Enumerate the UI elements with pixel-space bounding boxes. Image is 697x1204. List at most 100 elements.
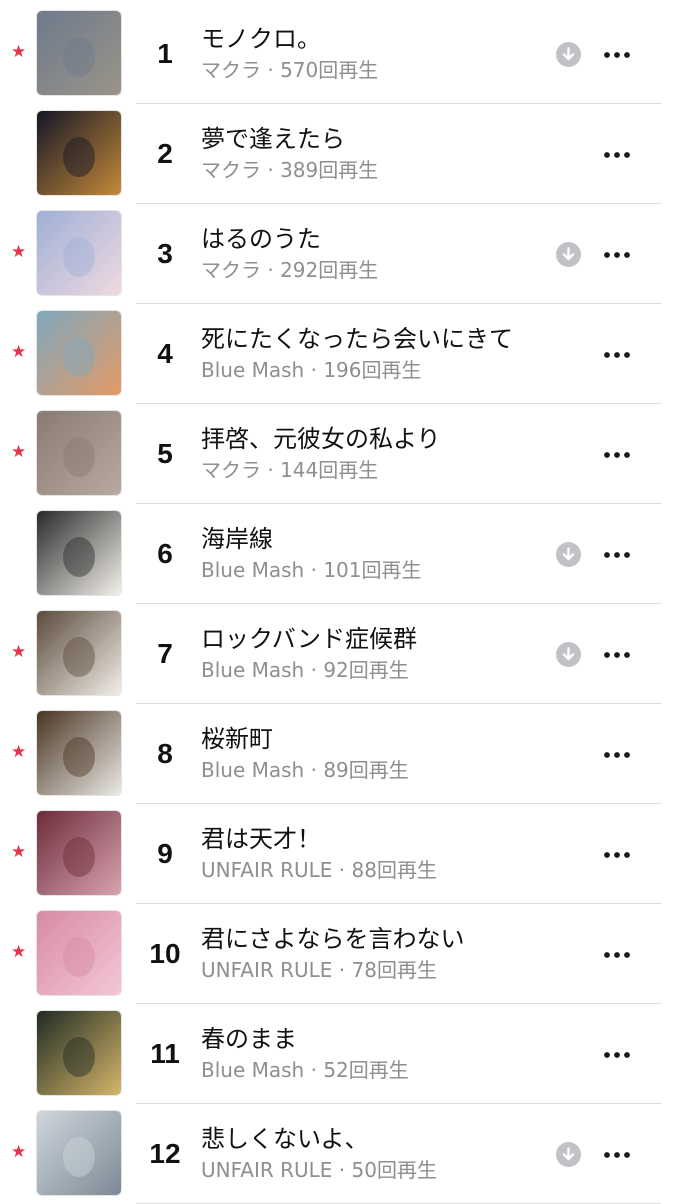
track-artist: Blue Mash [201,358,305,382]
more-icon[interactable] [600,342,636,368]
track-title: 君にさよならを言わない [201,925,465,953]
track-rank: 11 [150,1038,180,1069]
album-art-bridge-river [36,1110,122,1196]
track-artist: Blue Mash [201,558,305,582]
track-title: 拝啓、元彼女の私より [201,425,441,453]
track-meta: Blue Mash · 92回再生 [201,658,409,682]
track-meta: UNFAIR RULE · 50回再生 [201,1158,437,1182]
track-play-suffix: 回再生 [348,658,409,682]
track-meta: UNFAIR RULE · 78回再生 [201,958,437,982]
track-meta: Blue Mash · 89回再生 [201,758,409,782]
track-artist: Blue Mash [201,658,305,682]
track-play-suffix: 回再生 [348,1058,409,1082]
track-play-suffix: 回再生 [361,558,422,582]
track-meta: Blue Mash · 196回再生 [201,358,422,382]
track-rank: 3 [157,238,173,269]
track-artist: UNFAIR RULE [201,958,333,982]
track-artist: Blue Mash [201,758,305,782]
track-artist: マクラ [201,58,261,82]
album-art-paper-note [36,410,122,496]
track-row-8[interactable]: ★ 8 桜新町 Blue Mash · 89回再生 [0,704,697,804]
track-meta: マクラ · 389回再生 [201,158,379,182]
track-rank: 8 [157,738,173,769]
downloaded-icon [556,1142,581,1167]
track-rank: 2 [157,138,173,169]
track-rank: 4 [157,338,173,369]
track-meta: UNFAIR RULE · 88回再生 [201,858,437,882]
album-art-cherry-blossoms [36,210,122,296]
track-title: 春のまま [201,1025,297,1053]
track-title: 夢で逢えたら [201,125,345,153]
track-row-5[interactable]: ★ 5 拝啓、元彼女の私より マクラ · 144回再生 [0,404,697,504]
track-play-count: 292 [280,258,319,282]
more-icon[interactable] [600,242,636,268]
track-row-3[interactable]: ★ 3 はるのうた マクラ · 292回再生 [0,204,697,304]
star-icon: ★ [11,1142,27,1162]
downloaded-icon [556,42,581,67]
album-art-portrait-blue [36,310,122,396]
downloaded-icon [556,542,581,567]
track-row-11[interactable]: ★ 11 春のまま Blue Mash · 52回再生 [0,1004,697,1104]
track-artist: UNFAIR RULE [201,1158,333,1182]
track-play-count: 89 [323,758,349,782]
track-play-suffix: 回再生 [348,758,409,782]
track-meta: マクラ · 144回再生 [201,458,379,482]
track-play-count: 92 [323,658,349,682]
track-rank: 1 [157,38,173,69]
track-rank: 7 [157,638,173,669]
more-icon[interactable] [600,642,636,668]
more-icon[interactable] [600,842,636,868]
track-artist: マクラ [201,258,261,282]
track-play-suffix: 回再生 [376,958,437,982]
track-play-count: 144 [280,458,319,482]
track-row-10[interactable]: ★ 10 君にさよならを言わない UNFAIR RULE · 78回再生 [0,904,697,1004]
more-icon[interactable] [600,742,636,768]
album-art-person-night-street [36,510,122,596]
more-icon[interactable] [600,1142,636,1168]
star-icon: ★ [11,242,27,262]
track-title: モノクロ。 [201,25,321,53]
track-row-6[interactable]: ★ 6 海岸線 Blue Mash · 101回再生 [0,504,697,604]
more-icon[interactable] [600,42,636,68]
track-play-suffix: 回再生 [376,1158,437,1182]
album-art-alley-night [36,1010,122,1096]
star-icon: ★ [11,342,27,362]
album-art-room-collage [36,610,122,696]
track-row-1[interactable]: ★ 1 モノクロ。 マクラ · 570回再生 [0,4,697,104]
track-meta: マクラ · 292回再生 [201,258,379,282]
album-art-blurred-face [36,810,122,896]
track-row-7[interactable]: ★ 7 ロックバンド症候群 Blue Mash · 92回再生 [0,604,697,704]
track-row-2[interactable]: ★ 2 夢で逢えたら マクラ · 389回再生 [0,104,697,204]
track-artist: Blue Mash [201,1058,305,1082]
track-play-suffix: 回再生 [318,258,379,282]
track-play-count: 389 [280,158,319,182]
downloaded-icon [556,642,581,667]
track-play-suffix: 回再生 [318,58,379,82]
more-icon[interactable] [600,942,636,968]
track-row-12[interactable]: ★ 12 悲しくないよ、 UNFAIR RULE · 50回再生 [0,1104,697,1204]
more-icon[interactable] [600,142,636,168]
album-art-person-warm-light [36,710,122,796]
track-artist: マクラ [201,158,261,182]
track-rank: 9 [157,838,173,869]
track-artist: UNFAIR RULE [201,858,333,882]
album-art-city-silhouette [36,10,122,96]
track-title: 君は天才！ [201,825,321,853]
more-icon[interactable] [600,542,636,568]
track-play-suffix: 回再生 [376,858,437,882]
track-row-9[interactable]: ★ 9 君は天才！ UNFAIR RULE · 88回再生 [0,804,697,904]
track-artist: マクラ [201,458,261,482]
track-play-count: 196 [323,358,362,382]
track-meta: Blue Mash · 52回再生 [201,1058,409,1082]
star-icon: ★ [11,842,27,862]
track-play-count: 88 [351,858,377,882]
track-title: ロックバンド症候群 [201,625,417,653]
more-icon[interactable] [600,1042,636,1068]
star-icon: ★ [11,42,27,62]
track-list: ★ 1 モノクロ。 マクラ · 570回再生 ★ 2 夢で逢えたら マクラ · … [0,4,697,1204]
track-title: 桜新町 [201,725,273,753]
more-icon[interactable] [600,442,636,468]
track-row-4[interactable]: ★ 4 死にたくなったら会いにきて Blue Mash · 196回再生 [0,304,697,404]
track-play-count: 570 [280,58,319,82]
star-icon: ★ [11,642,27,662]
